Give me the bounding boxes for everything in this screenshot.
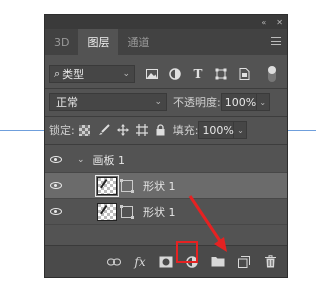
annotation-arrow	[188, 195, 227, 252]
